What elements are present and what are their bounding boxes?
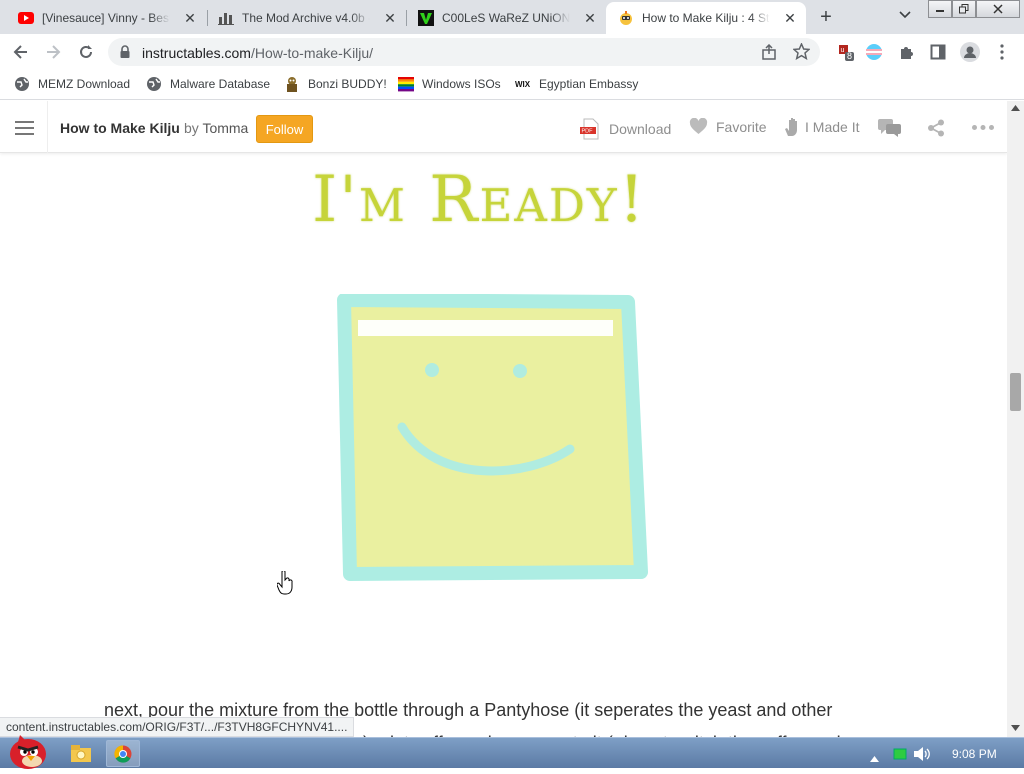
taskbar-chrome-button[interactable] <box>106 740 140 767</box>
back-button[interactable] <box>9 40 33 64</box>
page-viewport: How to Make Kilju by Tomma Follow PDF Do… <box>0 101 1007 737</box>
made-it-label: I Made It <box>805 119 860 135</box>
close-window-button[interactable] <box>976 0 1020 18</box>
close-tab-icon[interactable]: ✕ <box>382 10 398 26</box>
restore-button[interactable] <box>952 0 976 18</box>
url-path: /How-to-make-Kilju/ <box>250 45 374 61</box>
step-image-caption: I'm Ready! <box>312 163 647 237</box>
tab-strip: [Vinesauce] Vinny - Best of ✕ The Mod Ar… <box>0 0 1024 34</box>
article-title[interactable]: How to Make Kilju <box>60 120 180 136</box>
heart-icon <box>689 118 708 135</box>
show-hidden-icons-arrow-icon[interactable] <box>870 749 879 767</box>
extension-badge-count: 8 <box>847 51 853 61</box>
scroll-up-arrow-icon[interactable] <box>1011 105 1020 111</box>
smiley-box-illustration <box>337 294 648 581</box>
scrollbar-thumb[interactable] <box>1010 373 1021 411</box>
windows-flag-icon <box>398 76 414 92</box>
bookmarks-bar: MEMZ Download Malware Database Bonzi BUD… <box>0 70 1024 100</box>
vertical-scrollbar[interactable] <box>1007 101 1024 737</box>
close-tab-icon[interactable]: ✕ <box>782 10 798 26</box>
extension-badge-icon[interactable]: u 8 <box>834 40 858 64</box>
bookmark-label: MEMZ Download <box>38 77 131 91</box>
reload-button[interactable] <box>74 40 98 64</box>
url-domain: instructables.com <box>142 45 251 61</box>
bookmark-bonzi-buddy[interactable]: Bonzi BUDDY! <box>284 76 387 92</box>
share-icon[interactable] <box>761 43 777 65</box>
windows-taskbar: 9:08 PM <box>0 735 1024 769</box>
close-tab-icon[interactable]: ✕ <box>182 10 198 26</box>
bookmark-windows-isos[interactable]: Windows ISOs <box>398 76 501 92</box>
tab-how-to-make-kilju[interactable]: How to Make Kilju : 4 Steps ✕ <box>606 2 806 34</box>
globe-icon <box>14 76 30 92</box>
new-tab-button[interactable]: + <box>816 7 836 27</box>
tab-title: The Mod Archive v4.0b - A <box>242 11 370 25</box>
chrome-icon <box>114 745 132 763</box>
svg-text:WIX: WIX <box>515 80 531 89</box>
bonzi-icon <box>284 76 300 92</box>
hamburger-menu-icon[interactable] <box>15 121 34 135</box>
comments-icon[interactable] <box>878 119 902 137</box>
instructables-robot-icon <box>618 10 634 26</box>
tab-title: C00LeS WaReZ UNiON M <box>442 11 570 25</box>
download-label: Download <box>609 121 672 137</box>
tab-title: [Vinesauce] Vinny - Best of <box>42 11 170 25</box>
favorite-label: Favorite <box>716 118 767 135</box>
close-tab-icon[interactable]: ✕ <box>582 10 598 26</box>
download-button[interactable]: PDF Download <box>579 118 671 140</box>
profile-avatar-icon[interactable] <box>958 40 982 64</box>
wix-icon: WIX <box>515 76 531 92</box>
tab-vinesauce[interactable]: [Vinesauce] Vinny - Best of ✕ <box>6 2 206 34</box>
scroll-down-arrow-icon[interactable] <box>1011 725 1020 731</box>
site-header: How to Make Kilju by Tomma Follow PDF Do… <box>0 101 1007 153</box>
bookmark-memz-download[interactable]: MEMZ Download <box>14 76 130 92</box>
tab-coolest-warez[interactable]: C00LeS WaReZ UNiON M ✕ <box>406 2 606 34</box>
extensions-puzzle-icon[interactable] <box>894 40 918 64</box>
link-status-bubble: content.instructables.com/ORIG/F3T/.../F… <box>0 717 355 737</box>
taskbar-clock[interactable]: 9:08 PM <box>952 747 997 761</box>
byline: by Tomma <box>184 120 248 136</box>
battery-icon[interactable] <box>893 747 907 766</box>
byline-by: by <box>184 120 199 136</box>
volume-icon[interactable] <box>913 746 931 767</box>
follow-button[interactable]: Follow <box>256 115 313 143</box>
tab-mod-archive[interactable]: The Mod Archive v4.0b - A ✕ <box>206 2 406 34</box>
pdf-icon: PDF <box>579 118 601 140</box>
forward-button[interactable] <box>41 40 65 64</box>
bar-chart-icon <box>218 10 234 26</box>
bookmark-malware-database[interactable]: Malware Database <box>146 76 270 92</box>
tab-title: How to Make Kilju : 4 Steps <box>642 11 770 25</box>
minimize-button[interactable] <box>928 0 952 18</box>
file-explorer-icon[interactable] <box>70 743 92 768</box>
bookmark-label: Egyptian Embassy <box>539 77 639 91</box>
svg-text:u: u <box>841 47 845 54</box>
favorite-button[interactable]: Favorite <box>689 118 767 135</box>
share-icon[interactable] <box>927 119 945 137</box>
bookmark-star-icon[interactable] <box>792 42 811 65</box>
bookmark-label: Malware Database <box>170 77 271 91</box>
browser-menu-icon[interactable] <box>990 40 1014 64</box>
hand-cursor-icon <box>276 570 293 600</box>
bookmark-label: Windows ISOs <box>422 77 501 91</box>
lock-icon[interactable] <box>120 45 130 63</box>
address-bar[interactable]: instructables.com/How-to-make-Kilju/ <box>108 38 820 66</box>
v-logo-icon <box>418 10 434 26</box>
globe-icon <box>146 76 162 92</box>
more-options-icon[interactable] <box>972 125 994 130</box>
bookmark-egyptian-embassy[interactable]: WIX Egyptian Embassy <box>515 76 638 92</box>
author-link[interactable]: Tomma <box>202 120 248 136</box>
header-divider <box>47 101 48 153</box>
side-panel-icon[interactable] <box>926 40 950 64</box>
pdf-badge-text: PDF <box>582 129 594 135</box>
i-made-it-button[interactable]: I Made It <box>784 117 859 137</box>
url-text[interactable]: instructables.com/How-to-make-Kilju/ <box>142 45 373 61</box>
tab-search-chevron-icon[interactable] <box>896 8 914 26</box>
raised-hand-icon <box>784 117 801 137</box>
bookmark-label: Bonzi BUDDY! <box>308 77 387 91</box>
trans-flag-extension-icon[interactable] <box>862 40 886 64</box>
youtube-icon <box>18 10 34 26</box>
